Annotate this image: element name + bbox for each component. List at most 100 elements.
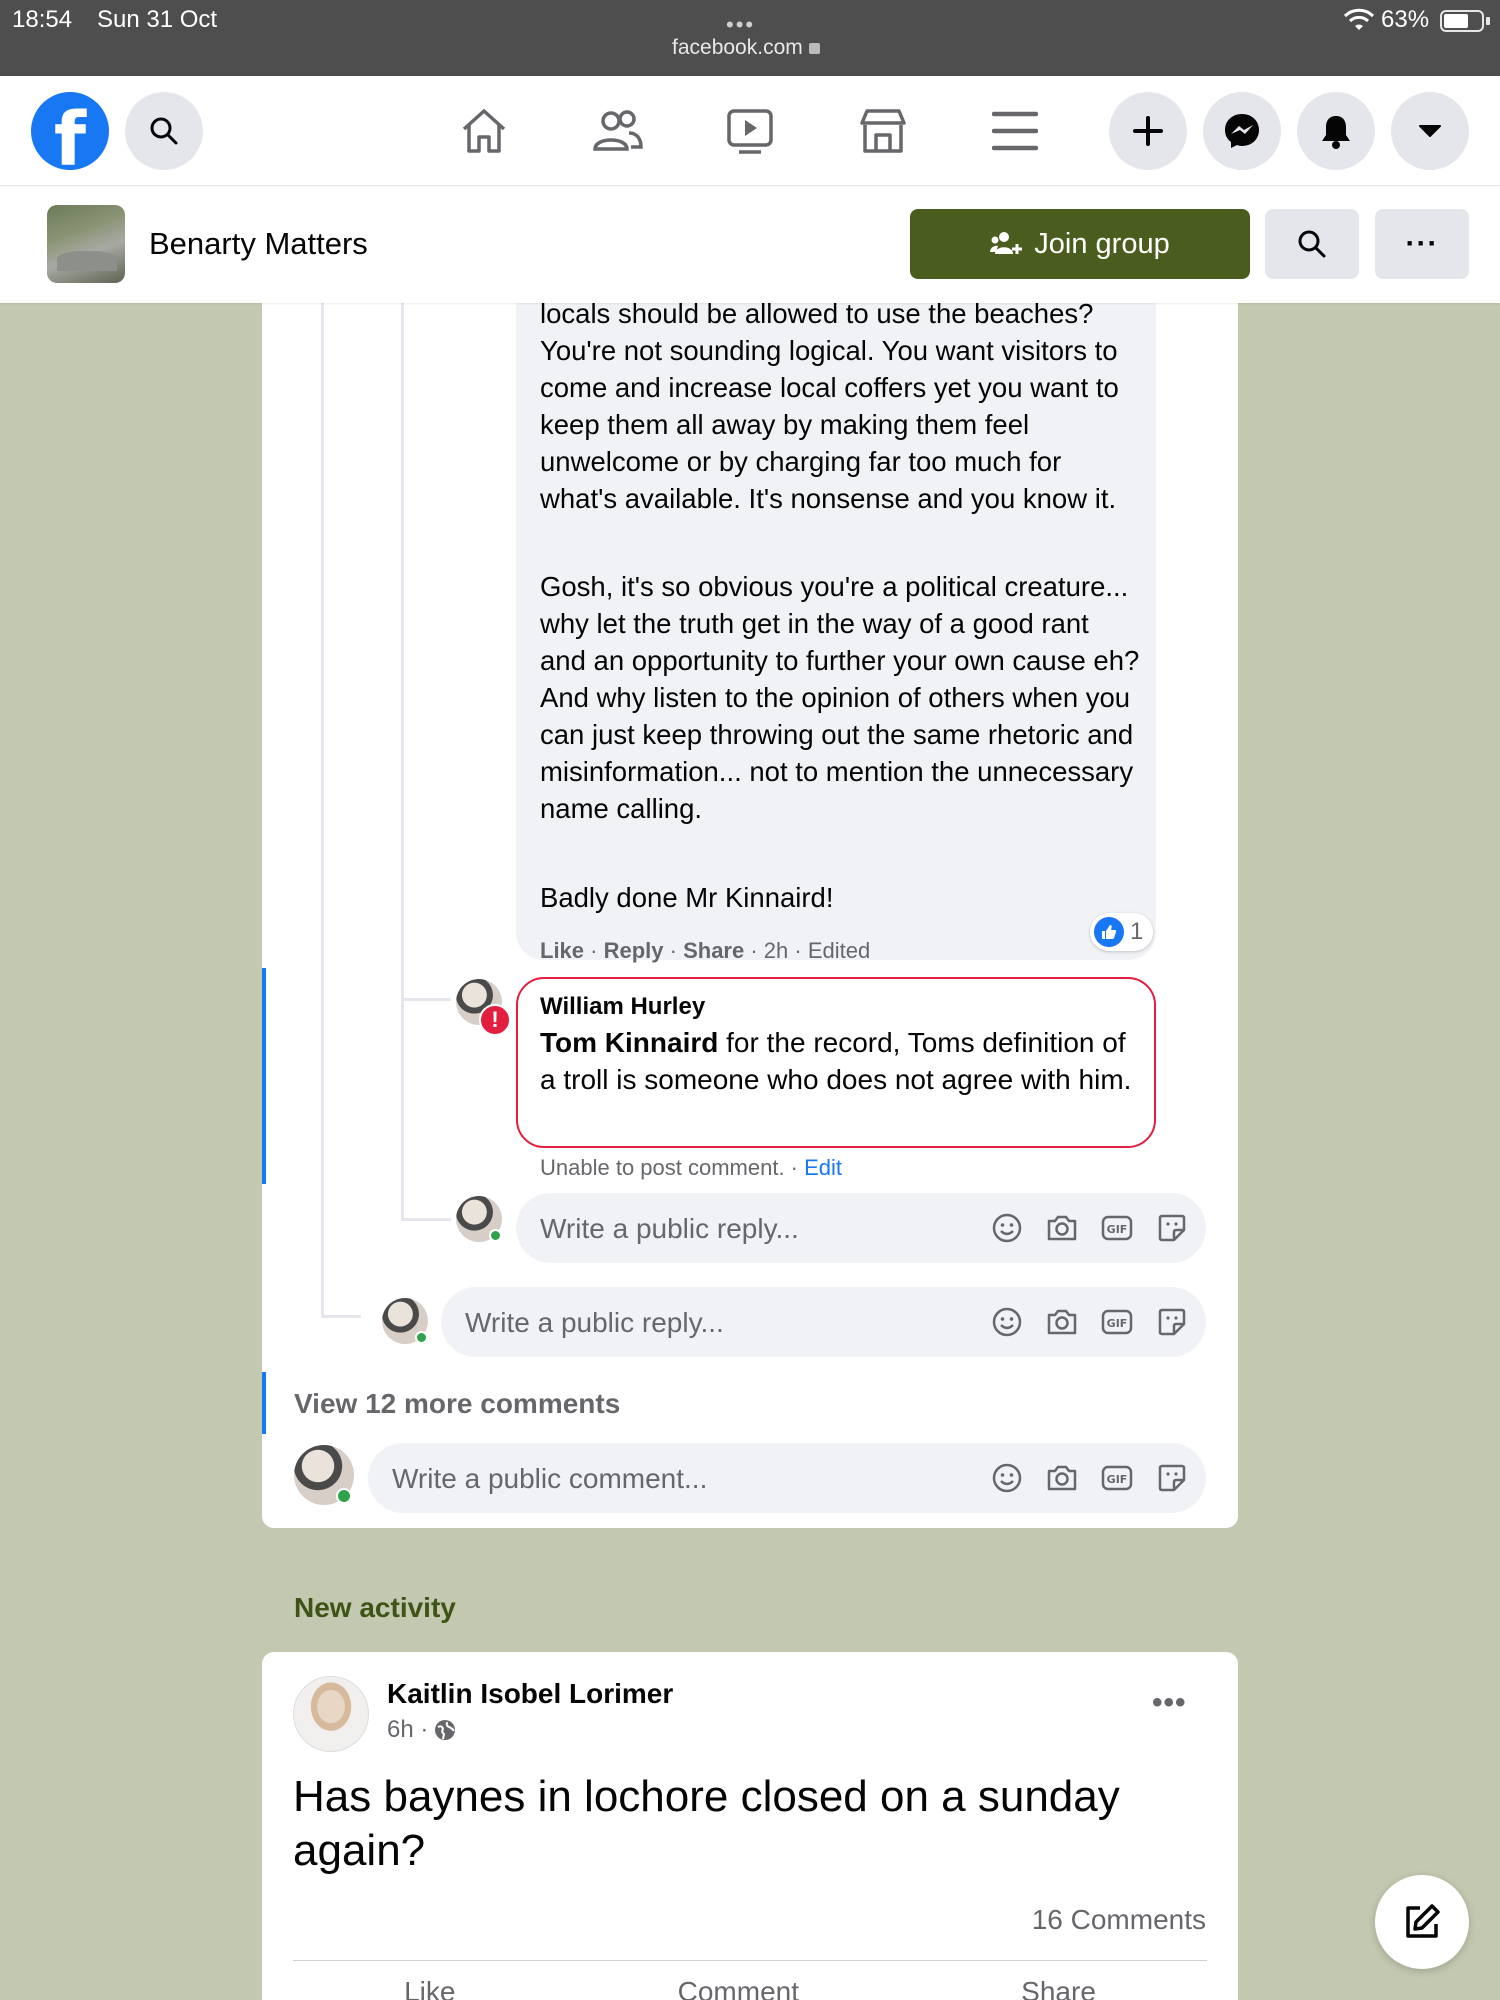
- comment-edited-label: Edited: [807, 938, 871, 963]
- wifi-icon: [1344, 8, 1374, 30]
- composer-tools: GIF: [990, 1211, 1188, 1244]
- sticker-icon[interactable]: [1155, 1211, 1188, 1244]
- emoji-icon[interactable]: [990, 1211, 1023, 1244]
- online-indicator: [336, 1488, 352, 1504]
- home-tab[interactable]: [455, 102, 513, 160]
- account-menu-button[interactable]: [1391, 92, 1469, 170]
- reaction-count-value: 1: [1130, 918, 1144, 945]
- composer-tools: GIF: [990, 1461, 1188, 1494]
- create-button[interactable]: [1109, 92, 1187, 170]
- comment-actions: Like · Reply · Share · 2h · Edited: [540, 938, 871, 963]
- menu-tab[interactable]: [986, 102, 1044, 160]
- online-indicator: [415, 1331, 428, 1344]
- thread-line-inner: [401, 230, 404, 1220]
- join-group-button[interactable]: Join group: [910, 209, 1250, 279]
- comment-share-link[interactable]: Share: [683, 938, 744, 963]
- video-icon: [727, 109, 773, 154]
- reply-composer[interactable]: Write a public reply... GIF: [441, 1287, 1206, 1357]
- join-group-label: Join group: [1034, 227, 1170, 260]
- post-more-button[interactable]: •••: [1152, 1686, 1187, 1720]
- friends-tab[interactable]: [588, 102, 646, 160]
- activity-post-card: Kaitlin Isobel Lorimer 6h · ••• Has bayn…: [262, 1652, 1238, 2000]
- address-bar[interactable]: facebook.com: [672, 36, 820, 60]
- comment-like-link[interactable]: Like: [540, 938, 584, 963]
- comment-paragraph-2: Gosh, it's so obvious you're a political…: [540, 571, 1140, 824]
- messenger-icon: [1225, 114, 1259, 148]
- post-meta: 6h ·: [387, 1716, 456, 1744]
- post-error-text: Unable to post comment. ·: [540, 1155, 805, 1180]
- emoji-icon[interactable]: [990, 1461, 1023, 1494]
- messenger-button[interactable]: [1203, 92, 1281, 170]
- svg-text:GIF: GIF: [1106, 1473, 1127, 1486]
- camera-icon[interactable]: [1045, 1305, 1078, 1338]
- online-indicator: [489, 1229, 502, 1242]
- search-button[interactable]: [125, 92, 203, 170]
- comment-paragraph-3: Badly done Mr Kinnaird!: [540, 882, 834, 913]
- new-activity-heading: New activity: [294, 1592, 456, 1623]
- comment-bubble: locals should be allowed to use the beac…: [516, 230, 1156, 960]
- svg-text:GIF: GIF: [1106, 1223, 1127, 1236]
- post-error-row: Unable to post comment. · Edit: [540, 1155, 842, 1181]
- more-icon: ···: [1405, 227, 1439, 260]
- watch-tab[interactable]: [721, 102, 779, 160]
- group-cover-thumbnail[interactable]: [47, 205, 125, 283]
- notifications-button[interactable]: [1297, 92, 1375, 170]
- post-text: Has baynes in lochore closed on a sunday…: [293, 1772, 1120, 1875]
- search-icon: [1298, 230, 1326, 258]
- gif-icon[interactable]: GIF: [1100, 1461, 1133, 1494]
- share-button[interactable]: Share: [1021, 1976, 1096, 2000]
- composer-tools: GIF: [990, 1305, 1188, 1338]
- globe-icon: [435, 1720, 456, 1740]
- comment-count-link[interactable]: 16 Comments: [1022, 1904, 1206, 1936]
- status-time: 18:54: [12, 6, 73, 33]
- comment-placeholder: Write a public comment...: [392, 1463, 708, 1494]
- reply-composer[interactable]: Write a public reply... GIF: [516, 1193, 1206, 1263]
- reply-placeholder: Write a public reply...: [540, 1213, 799, 1244]
- caret-down-icon: [1419, 125, 1441, 137]
- thread-line-outer: [321, 230, 324, 1318]
- add-people-icon: [990, 232, 1023, 254]
- gif-icon[interactable]: GIF: [1100, 1305, 1133, 1338]
- comment-timestamp[interactable]: 2h: [764, 938, 788, 963]
- comment-reply-link[interactable]: Reply: [604, 938, 664, 963]
- browser-dots-icon[interactable]: •••: [726, 12, 755, 38]
- like-button[interactable]: Like: [404, 1976, 455, 2000]
- post-author[interactable]: Kaitlin Isobel Lorimer: [387, 1678, 673, 1710]
- group-header-bar: Benarty Matters Join group ···: [0, 186, 1500, 303]
- plus-icon: [1133, 116, 1163, 146]
- friends-icon: [593, 110, 643, 151]
- battery-icon: [1440, 10, 1484, 32]
- reply-placeholder: Write a public reply...: [465, 1307, 724, 1338]
- post-timestamp[interactable]: 6h ·: [387, 1716, 428, 1744]
- group-search-button[interactable]: [1265, 209, 1359, 279]
- comment-composer[interactable]: Write a public comment... GIF: [368, 1443, 1206, 1513]
- comment-paragraph-1: locals should be allowed to use the beac…: [540, 298, 1119, 514]
- thread-line-outer-elbow: [321, 1315, 361, 1318]
- group-name[interactable]: Benarty Matters: [149, 226, 368, 262]
- avatar[interactable]: [293, 1676, 369, 1752]
- status-date: Sun 31 Oct: [97, 6, 218, 33]
- bell-icon: [1322, 116, 1350, 149]
- facebook-logo[interactable]: f: [31, 92, 109, 170]
- edit-link[interactable]: Edit: [804, 1155, 842, 1180]
- view-more-comments-link[interactable]: View 12 more comments: [294, 1388, 620, 1420]
- reaction-count[interactable]: 1: [1090, 913, 1154, 951]
- camera-icon[interactable]: [1045, 1461, 1078, 1494]
- emoji-icon[interactable]: [990, 1305, 1023, 1338]
- svg-text:GIF: GIF: [1106, 1317, 1127, 1330]
- thread-line-inner-elbow-2: [401, 1218, 451, 1221]
- mention-link[interactable]: Tom Kinnaird: [540, 1027, 718, 1058]
- compose-post-button[interactable]: [1375, 1875, 1469, 1969]
- comment-button[interactable]: Comment: [678, 1976, 799, 2000]
- camera-icon[interactable]: [1045, 1211, 1078, 1244]
- group-more-button[interactable]: ···: [1375, 209, 1469, 279]
- reply-author[interactable]: William Hurley: [540, 993, 705, 1021]
- error-icon: !: [479, 1004, 511, 1036]
- marketplace-tab[interactable]: [854, 102, 912, 160]
- sticker-icon[interactable]: [1155, 1305, 1188, 1338]
- gif-icon[interactable]: GIF: [1100, 1211, 1133, 1244]
- failed-reply-bubble[interactable]: William Hurley Tom Kinnaird for the reco…: [516, 977, 1156, 1148]
- sticker-icon[interactable]: [1155, 1461, 1188, 1494]
- highlight-bar: [262, 1372, 266, 1434]
- thread-line-inner-elbow-1: [401, 998, 451, 1001]
